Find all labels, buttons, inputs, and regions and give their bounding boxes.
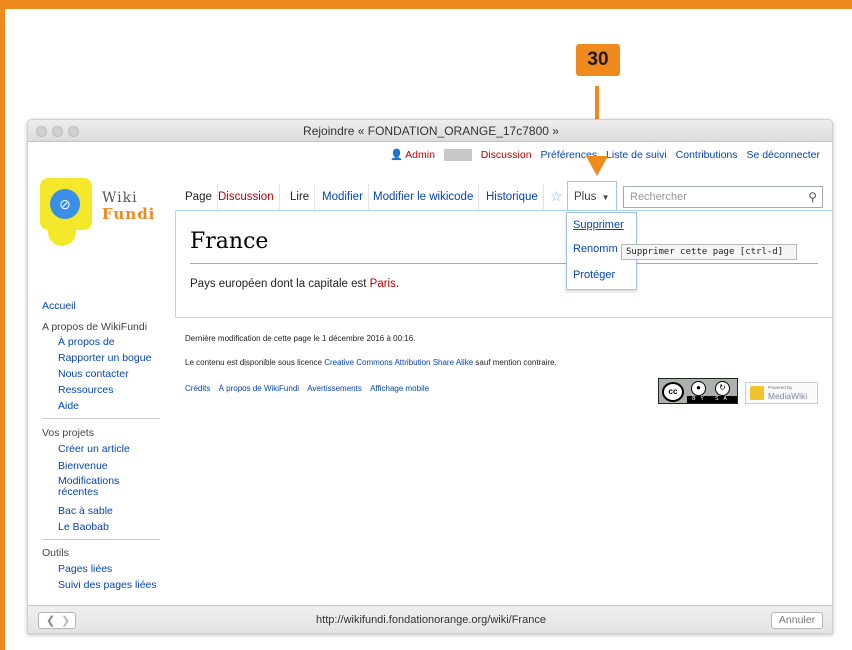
tab-edit[interactable]: Modifier xyxy=(317,184,369,210)
powered-by-mediawiki-badge[interactable]: Powered By MediaWiki xyxy=(745,382,818,404)
chevron-down-icon: ▼ xyxy=(601,193,610,202)
delete-tooltip: Supprimer cette page [ctrl-d] xyxy=(621,244,797,260)
article-body: Pays européen dont la capitale est Paris… xyxy=(190,278,399,290)
sidebar-item-home[interactable]: Accueil xyxy=(42,300,76,312)
footer-link-about[interactable]: À propos de WikiFundi xyxy=(219,384,299,393)
status-bar: ❮ ❯ http://wikifundi.fondationorange.org… xyxy=(28,605,832,633)
mediawiki-text: MediaWiki xyxy=(768,391,808,401)
sidebar-item-related-changes[interactable]: Suivi des pages liées xyxy=(58,579,157,591)
recent-changes-line2: récentes xyxy=(58,486,99,498)
logo-drop-shape xyxy=(48,228,76,246)
cc-by-label: BY xyxy=(692,396,709,402)
footer-links: Crédits À propos de WikiFundi Avertissem… xyxy=(185,384,429,393)
sidebar-section-about: A propos de WikiFundi xyxy=(42,321,148,333)
mediawiki-sunflower-icon xyxy=(750,386,764,400)
user-link[interactable]: Admin xyxy=(405,149,435,161)
window-titlebar: Rejoindre « FONDATION_ORANGE_17c7800 » xyxy=(28,120,832,142)
footer-last-modified: Dernière modification de cette page le 1… xyxy=(185,334,416,343)
footer-link-disclaimers[interactable]: Avertissements xyxy=(307,384,362,393)
watch-star-icon[interactable]: ☆ xyxy=(550,188,563,205)
notifications-badge[interactable] xyxy=(443,149,472,162)
search-input[interactable]: Rechercher ⚲ xyxy=(623,186,823,208)
logo-link-icon: ⊘ xyxy=(50,189,80,219)
tab-read[interactable]: Lire xyxy=(285,184,316,210)
article-content: France Pays européen dont la capitale es… xyxy=(175,210,832,318)
step-number-badge: 30 xyxy=(576,44,620,76)
sidebar-item-resources[interactable]: Ressources xyxy=(58,384,113,396)
license-prefix: Le contenu est disponible sous licence xyxy=(185,358,325,367)
body-period: . xyxy=(395,278,400,290)
powered-by-text: Powered By xyxy=(768,385,793,390)
sidebar-section-projects: Vos projets xyxy=(42,427,94,439)
sidebar-item-help[interactable]: Aide xyxy=(58,400,79,412)
search-icon[interactable]: ⚲ xyxy=(808,187,817,207)
page-title: France xyxy=(190,229,269,254)
user-discussion-link[interactable]: Discussion xyxy=(481,149,532,161)
watchlist-link[interactable]: Liste de suivi xyxy=(606,149,667,161)
sidebar-item-welcome[interactable]: Bienvenue xyxy=(58,460,108,472)
user-icon: 👤 xyxy=(390,149,404,161)
window-title: Rejoindre « FONDATION_ORANGE_17c7800 » xyxy=(303,124,559,138)
paris-link[interactable]: Paris xyxy=(370,278,396,290)
cc-sa-label: SA xyxy=(715,396,732,402)
footer-license: Le contenu est disponible sous licence C… xyxy=(185,358,557,367)
sidebar-item-contact[interactable]: Nous contacter xyxy=(58,368,129,380)
logout-link[interactable]: Se déconnecter xyxy=(746,149,820,161)
cc-by-sa-badge[interactable]: cc ● ↻ BY SA xyxy=(658,378,738,404)
title-divider xyxy=(190,263,818,264)
logo-text-wiki: Wiki xyxy=(102,190,138,206)
license-link[interactable]: Creative Commons Attribution Share Alike xyxy=(324,358,473,367)
cc-icon: cc xyxy=(662,382,684,402)
contributions-link[interactable]: Contributions xyxy=(676,149,738,161)
tab-history[interactable]: Historique xyxy=(481,184,544,210)
logo-text-fundi: Fundi xyxy=(102,205,156,223)
sidebar-item-about[interactable]: À propos de xyxy=(58,336,115,348)
more-menu-button[interactable]: Plus ▼ xyxy=(567,181,617,212)
menu-item-rename[interactable]: Renomm xyxy=(573,243,618,255)
sidebar-item-what-links-here[interactable]: Pages liées xyxy=(58,563,112,575)
sidebar-item-sandbox[interactable]: Bac à sable xyxy=(58,505,113,517)
license-suffix: sauf mention contraire. xyxy=(473,358,557,367)
menu-item-delete[interactable]: Supprimer xyxy=(573,219,624,231)
menu-item-protect[interactable]: Protéger xyxy=(573,269,615,281)
cancel-button[interactable]: Annuler xyxy=(771,612,823,629)
tab-discussion[interactable]: Discussion xyxy=(213,184,280,210)
sidebar-item-report-bug[interactable]: Rapporter un bogue xyxy=(58,352,151,364)
status-url: http://wikifundi.fondationorange.org/wik… xyxy=(316,614,546,626)
wikifundi-logo[interactable]: ⊘ Wiki Fundi xyxy=(40,178,170,258)
share-alike-icon: ↻ xyxy=(715,381,730,396)
sidebar-section-tools: Outils xyxy=(42,547,69,559)
by-person-icon: ● xyxy=(691,381,706,396)
body-text: Pays européen dont la capitale est xyxy=(190,278,370,290)
sidebar-item-baobab[interactable]: Le Baobab xyxy=(58,521,109,533)
more-menu-label: Plus xyxy=(574,191,597,203)
browser-window: Rejoindre « FONDATION_ORANGE_17c7800 » 👤… xyxy=(27,119,833,634)
sidebar-item-create-article[interactable]: Créer un article xyxy=(58,443,130,455)
sidebar-divider xyxy=(42,539,160,540)
footer-link-mobile[interactable]: Affichage mobile xyxy=(370,384,429,393)
tab-edit-source[interactable]: Modifier le wikicode xyxy=(368,184,480,210)
annotation-arrow-icon xyxy=(586,156,608,176)
cc-license-bar: BY SA xyxy=(687,396,737,403)
footer-link-credits[interactable]: Crédits xyxy=(185,384,210,393)
search-placeholder: Rechercher xyxy=(630,191,687,203)
sidebar-item-recent-changes[interactable]: Modifications récentes xyxy=(58,476,119,498)
sidebar-divider xyxy=(42,418,160,419)
